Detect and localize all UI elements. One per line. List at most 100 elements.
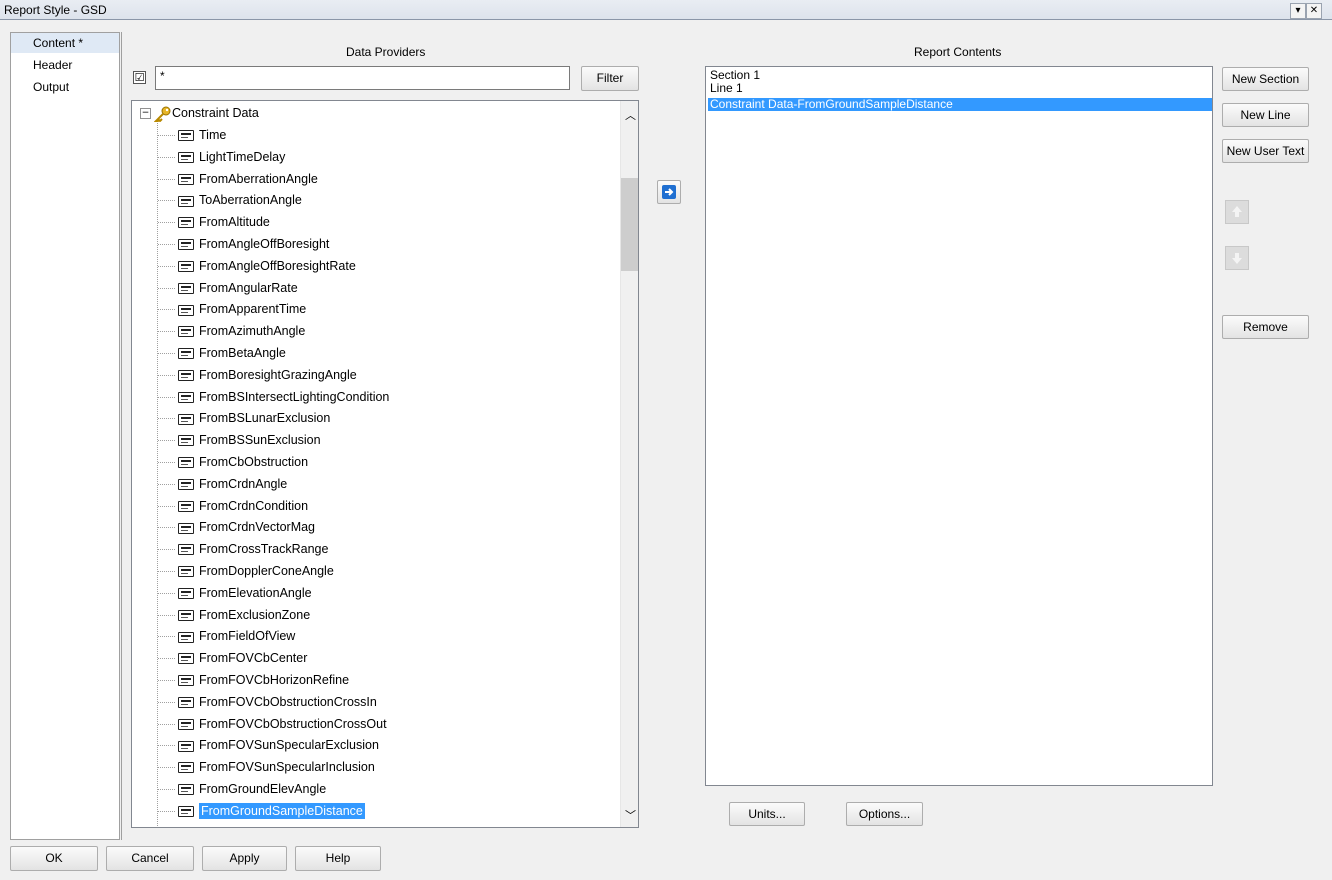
list-item-selected[interactable]: Constraint Data-FromGroundSampleDistance (708, 98, 1212, 111)
tree-item-label: Time (199, 128, 227, 142)
tree-item[interactable]: FromCrdnCondition (178, 495, 308, 517)
tree-connector (158, 374, 176, 376)
data-element-icon (178, 217, 194, 229)
units-button[interactable]: Units... (729, 802, 805, 826)
scrollbar-thumb[interactable] (621, 178, 638, 271)
tree-connector (158, 309, 176, 311)
data-element-icon (178, 740, 194, 752)
sidebar-item-header[interactable]: Header (11, 55, 119, 75)
tree-root-label: Constraint Data (172, 106, 259, 120)
tree-connector (158, 331, 176, 333)
tree-item[interactable]: FromAzimuthAngle (178, 320, 305, 342)
tree-item[interactable]: FromAltitude (178, 211, 270, 233)
move-up-button[interactable] (1225, 200, 1249, 224)
sidebar-item-output[interactable]: Output (11, 77, 119, 97)
tree-item[interactable]: FromBSLunarExclusion (178, 407, 330, 429)
tree-item-selected[interactable]: FromGroundSampleDistance (178, 800, 365, 822)
tree-connector (158, 571, 176, 572)
filter-checkbox[interactable]: ☑ (133, 71, 146, 84)
tree-item[interactable]: FromFieldOfView (178, 625, 295, 647)
tree-item[interactable]: FromCrdnVectorMag (178, 516, 315, 538)
tree-item-label: FromFOVSunSpecularExclusion (199, 738, 379, 753)
help-button[interactable]: Help (295, 846, 381, 871)
tree-item-label: FromAzimuthAngle (199, 324, 306, 339)
data-element-icon (178, 697, 194, 708)
data-element-icon (178, 152, 194, 163)
tree-item-label: FromAltitude (199, 215, 270, 230)
tree-item[interactable]: FromFOVSunSpecularInclusion (178, 756, 375, 778)
tree-item[interactable]: FromFOVSunSpecularExclusion (178, 734, 379, 756)
tree-item[interactable]: FromBSIntersectLightingCondition (178, 386, 389, 408)
data-element-icon (178, 304, 194, 316)
add-to-report-button[interactable] (657, 180, 681, 204)
arrow-right-icon (662, 185, 676, 199)
sidebar-item-content[interactable]: Content * (11, 33, 119, 53)
arrow-down-icon (1232, 253, 1242, 264)
tree-connector (158, 462, 176, 463)
tree-item-label: FromCrdnAngle (199, 476, 288, 491)
filter-button[interactable]: Filter (581, 66, 639, 91)
apply-button[interactable]: Apply (202, 846, 287, 871)
data-element-icon (178, 391, 194, 403)
tree-item[interactable]: FromFOVCbHorizonRefine (178, 669, 349, 691)
tree-item-label: FromAngleOffBoresight (199, 237, 330, 251)
tree-item[interactable]: FromBSSunExclusion (178, 429, 321, 451)
tree-connector (158, 178, 176, 180)
tree-connector (158, 658, 176, 660)
new-section-button[interactable]: New Section (1222, 67, 1309, 91)
tree-connector (158, 789, 176, 790)
tree-root-constraint-data[interactable]: − Constraint Data (140, 102, 259, 124)
tree-item[interactable]: FromBoresightGrazingAngle (178, 364, 357, 386)
tree-item[interactable]: FromCrdnAngle (178, 473, 287, 495)
data-element-icon (178, 370, 194, 381)
tree-item-label: FromElevationAngle (199, 585, 312, 600)
tree-item[interactable]: FromElevationAngle (178, 582, 312, 604)
tree-connector (158, 505, 176, 507)
tree-item-label: FromFOVCbObstructionCrossIn (199, 694, 377, 709)
remove-button[interactable]: Remove (1222, 315, 1309, 339)
ok-button[interactable]: OK (10, 846, 98, 871)
tree-item-label: LightTimeDelay (199, 149, 286, 164)
options-button[interactable]: Options... (846, 802, 923, 826)
tree-item[interactable]: FromAngleOffBoresight (178, 233, 329, 255)
tree-item[interactable]: FromAberrationAngle (178, 168, 318, 190)
tree-item-label: FromCrdnVectorMag (199, 520, 316, 535)
filter-input[interactable]: * (155, 66, 570, 90)
collapse-icon[interactable]: − (140, 108, 151, 120)
data-providers-tree[interactable]: − Constraint Data Time LightTimeDelay FromA… (131, 100, 639, 828)
data-element-icon (178, 173, 194, 185)
tree-item[interactable]: FromFOVCbObstructionCrossOut (178, 713, 387, 735)
new-line-button[interactable]: New Line (1222, 103, 1309, 127)
tree-item[interactable]: FromAngleOffBoresightRate (178, 255, 356, 277)
dropdown-icon[interactable]: ▾ (1290, 3, 1306, 19)
report-contents-list[interactable]: Section 1 Line 1 Constraint Data-FromGro… (705, 66, 1213, 786)
tree-item-label: FromAberrationAngle (199, 171, 318, 186)
tree-item[interactable]: FromApparentTime (178, 298, 306, 320)
data-element-icon (178, 348, 194, 360)
tree-item[interactable]: FromBetaAngle (178, 342, 286, 364)
tree-item-label: FromAngleOffBoresightRate (199, 258, 356, 273)
tree-item[interactable]: FromAngularRate (178, 277, 298, 299)
tree-item[interactable]: FromCrossTrackRange (178, 538, 328, 560)
tree-item[interactable]: FromFOVCbObstructionCrossIn (178, 691, 377, 713)
tree-item-label: ToAberrationAngle (199, 193, 302, 208)
scroll-down-icon[interactable]: ﹀ (625, 807, 636, 823)
tree-item[interactable]: FromGroundElevAngle (178, 778, 326, 800)
title-bar: Report Style - GSD ▾ ✕ (0, 0, 1332, 20)
move-down-button[interactable] (1225, 246, 1249, 270)
tree-item-label: FromDopplerConeAngle (199, 564, 334, 578)
tree-item[interactable]: LightTimeDelay (178, 146, 285, 168)
tree-item[interactable]: FromCbObstruction (178, 451, 308, 473)
tree-item[interactable]: ToAberrationAngle (178, 189, 302, 211)
data-element-icon (178, 653, 194, 665)
tree-item[interactable]: Time (178, 124, 226, 146)
tree-item[interactable]: FromDopplerConeAngle (178, 560, 334, 582)
scroll-up-icon[interactable]: ︿ (625, 107, 636, 123)
tree-item-label: FromCrossTrackRange (199, 542, 329, 557)
cancel-button[interactable]: Cancel (106, 846, 194, 871)
list-item[interactable]: Line 1 (708, 82, 743, 95)
close-icon[interactable]: ✕ (1306, 3, 1322, 19)
tree-item[interactable]: FromFOVCbCenter (178, 647, 307, 669)
new-user-text-button[interactable]: New User Text (1222, 139, 1309, 163)
tree-item[interactable]: FromExclusionZone (178, 604, 310, 626)
